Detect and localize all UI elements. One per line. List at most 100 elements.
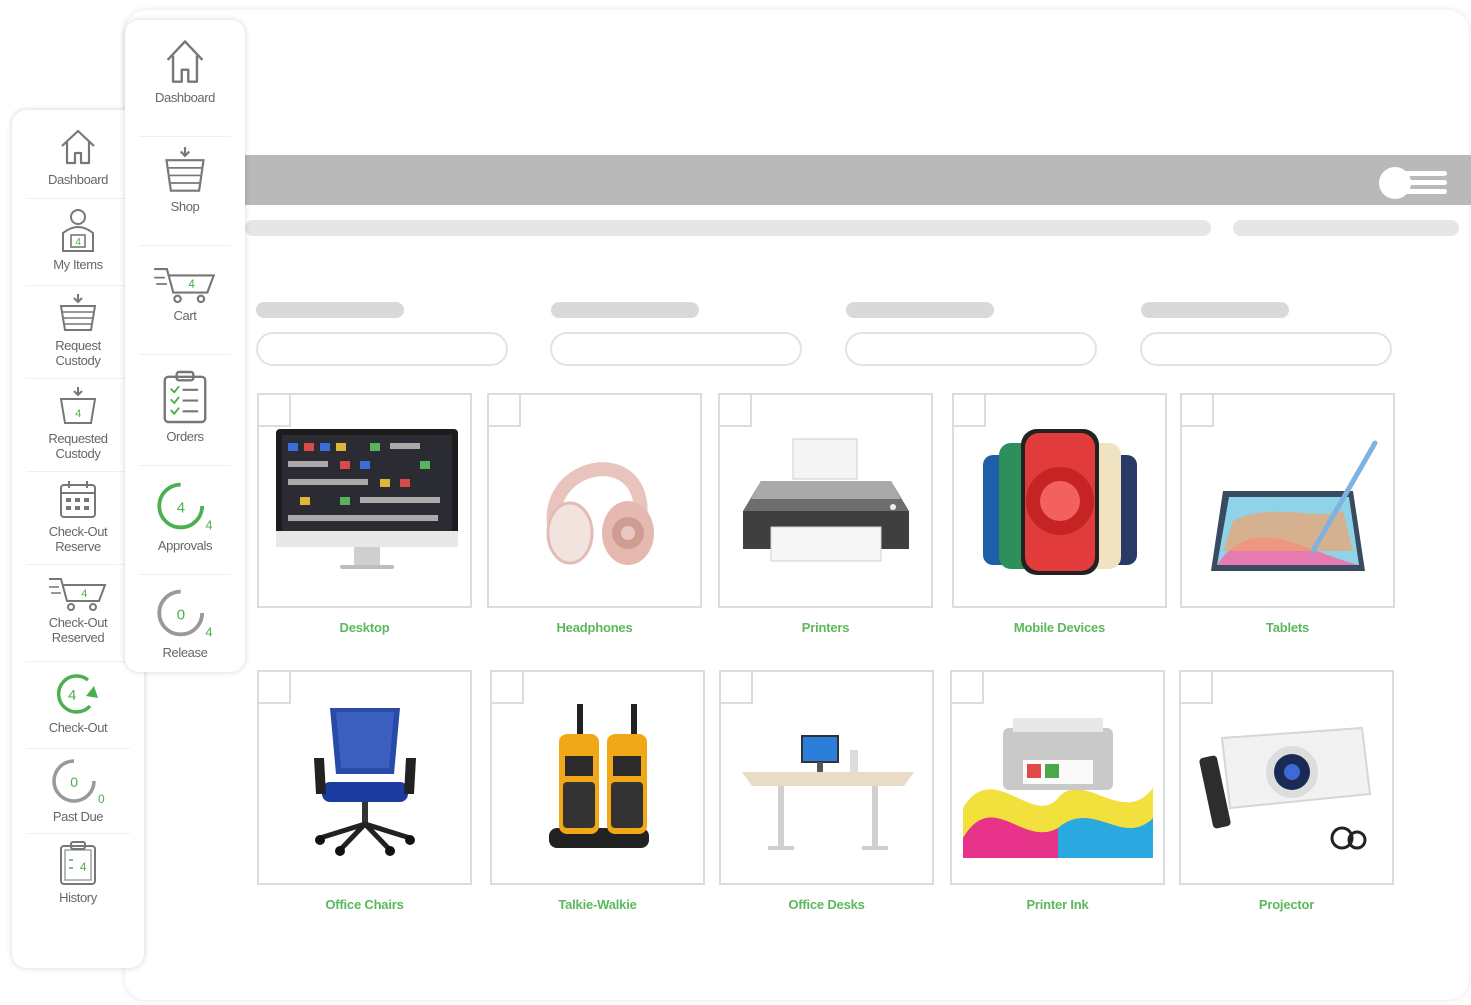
product-card-mobile-devices[interactable]: Mobile Devices [952,393,1167,635]
select-checkbox[interactable] [952,672,984,704]
product-label[interactable]: Printers [718,620,933,635]
projector-icon [1198,726,1371,849]
svg-text:4: 4 [68,687,76,704]
filter-input-3[interactable] [845,332,1097,366]
select-checkbox[interactable] [1182,395,1214,427]
product-label[interactable]: Talkie-Walkie [490,897,705,912]
headphones-icon [546,461,654,565]
filter-input-1[interactable] [256,332,508,366]
sidebar-item-label: Cart [173,308,197,323]
basket-icon [59,294,97,331]
breadcrumb-placeholder [245,220,1211,236]
sidebar-inner: Dashboard Shop 4 Cart Orders 44 Approval… [125,20,245,672]
product-label[interactable]: Desktop [257,620,472,635]
product-card-printers[interactable]: Printers [718,393,933,635]
sidebar-item-label: Check-Out [48,720,108,735]
filter-label-1 [256,302,404,318]
product-card-projector[interactable]: Projector [1179,670,1394,912]
product-card-talkie-walkie[interactable]: Talkie-Walkie [490,670,705,912]
product-label[interactable]: Projector [1179,897,1394,912]
sidebar-item-orders[interactable]: Orders [125,355,245,465]
product-label[interactable]: Office Chairs [257,897,472,912]
product-label[interactable]: Printer Ink [950,897,1165,912]
select-checkbox[interactable] [1181,672,1213,704]
sidebar-item-dashboard[interactable]: Dashboard [125,36,245,136]
top-bar [245,155,1471,205]
svg-text:4: 4 [81,588,87,600]
product-label[interactable]: Tablets [1180,620,1395,635]
svg-text:4: 4 [75,237,81,248]
svg-text:4: 4 [188,278,195,291]
sidebar-item-label: Orders [166,429,204,444]
monitor-icon [275,428,458,569]
product-card-office-desks[interactable]: Office Desks [719,670,934,912]
cart-icon: 4 [49,578,107,611]
sidebar-item-label: Requested Custody [48,431,108,461]
sidebar-item-label: Approvals [157,538,213,553]
sidebar-item-label: My Items [53,257,103,272]
sidebar-item-shop[interactable]: Shop [125,137,245,245]
tablet-icon [1210,440,1377,571]
basket-icon [165,147,205,192]
product-label[interactable]: Mobile Devices [952,620,1167,635]
sidebar-item-past-due[interactable]: 0 0 Past Due [12,749,144,833]
walkie-talkie-icon [548,703,649,848]
product-card-desktop[interactable]: Desktop [257,393,472,635]
sidebar-item-label: Dashboard [155,90,215,105]
filter-input-4[interactable] [1140,332,1392,366]
select-checkbox[interactable] [954,395,986,427]
select-checkbox[interactable] [492,672,524,704]
sidebar-item-label: Check-Out Reserved [48,615,108,645]
select-checkbox[interactable] [720,395,752,427]
sidebar-item-label: Request Custody [55,338,101,368]
filter-label-3 [846,302,994,318]
clipboard-icon: 4 [60,841,96,885]
sidebar-item-label: History [59,890,97,905]
product-label[interactable]: Headphones [487,620,702,635]
printer-icon [742,438,909,561]
svg-text:4: 4 [177,499,185,516]
progress-ring-icon: 44 [157,482,213,533]
house-icon [61,129,95,165]
ink-printer-icon [962,717,1153,858]
sidebar-item-label: Shop [170,199,200,214]
sidebar-item-label: Check-Out Reserve [48,524,108,554]
select-checkbox[interactable] [259,395,291,427]
cart-icon: 4 [154,268,216,304]
sidebar-item-cart[interactable]: 4 Cart [125,246,245,354]
clipboard-list-icon [163,370,207,424]
svg-text:4: 4 [80,860,87,874]
svg-text:4: 4 [205,518,212,533]
chair-icon [313,707,416,856]
phone-icon [982,428,1137,575]
search-placeholder [1233,220,1459,236]
select-checkbox[interactable] [489,395,521,427]
desk-icon [741,734,914,850]
house-icon [166,40,204,83]
sidebar-item-label: Past Due [52,809,104,824]
product-card-headphones[interactable]: Headphones [487,393,702,635]
sidebar-item-release[interactable]: 04 Release [125,575,245,675]
svg-text:0: 0 [70,774,78,790]
user-box-icon: 4 [62,209,94,252]
product-label[interactable]: Office Desks [719,897,934,912]
filter-label-2 [551,302,699,318]
progress-ring-icon: 04 [157,589,213,640]
product-card-printer-ink[interactable]: Printer Ink [950,670,1165,912]
filter-label-4 [1141,302,1289,318]
product-card-tablets[interactable]: Tablets [1180,393,1395,635]
menu-icon[interactable] [1401,171,1447,195]
filter-input-2[interactable] [550,332,802,366]
sidebar-item-approvals[interactable]: 44 Approvals [125,466,245,574]
svg-text:0: 0 [98,792,105,805]
basket-icon: 4 [59,387,97,424]
sidebar-item-history[interactable]: 4 History [12,834,144,914]
sidebar-item-label: Release [162,645,208,660]
select-checkbox[interactable] [721,672,753,704]
svg-text:4: 4 [205,625,212,640]
select-checkbox[interactable] [259,672,291,704]
refresh-arrow-icon: 4 [56,674,98,714]
calendar-icon [60,481,96,518]
product-card-office-chairs[interactable]: Office Chairs [257,670,472,912]
sidebar-item-label: Dashboard [48,172,108,187]
